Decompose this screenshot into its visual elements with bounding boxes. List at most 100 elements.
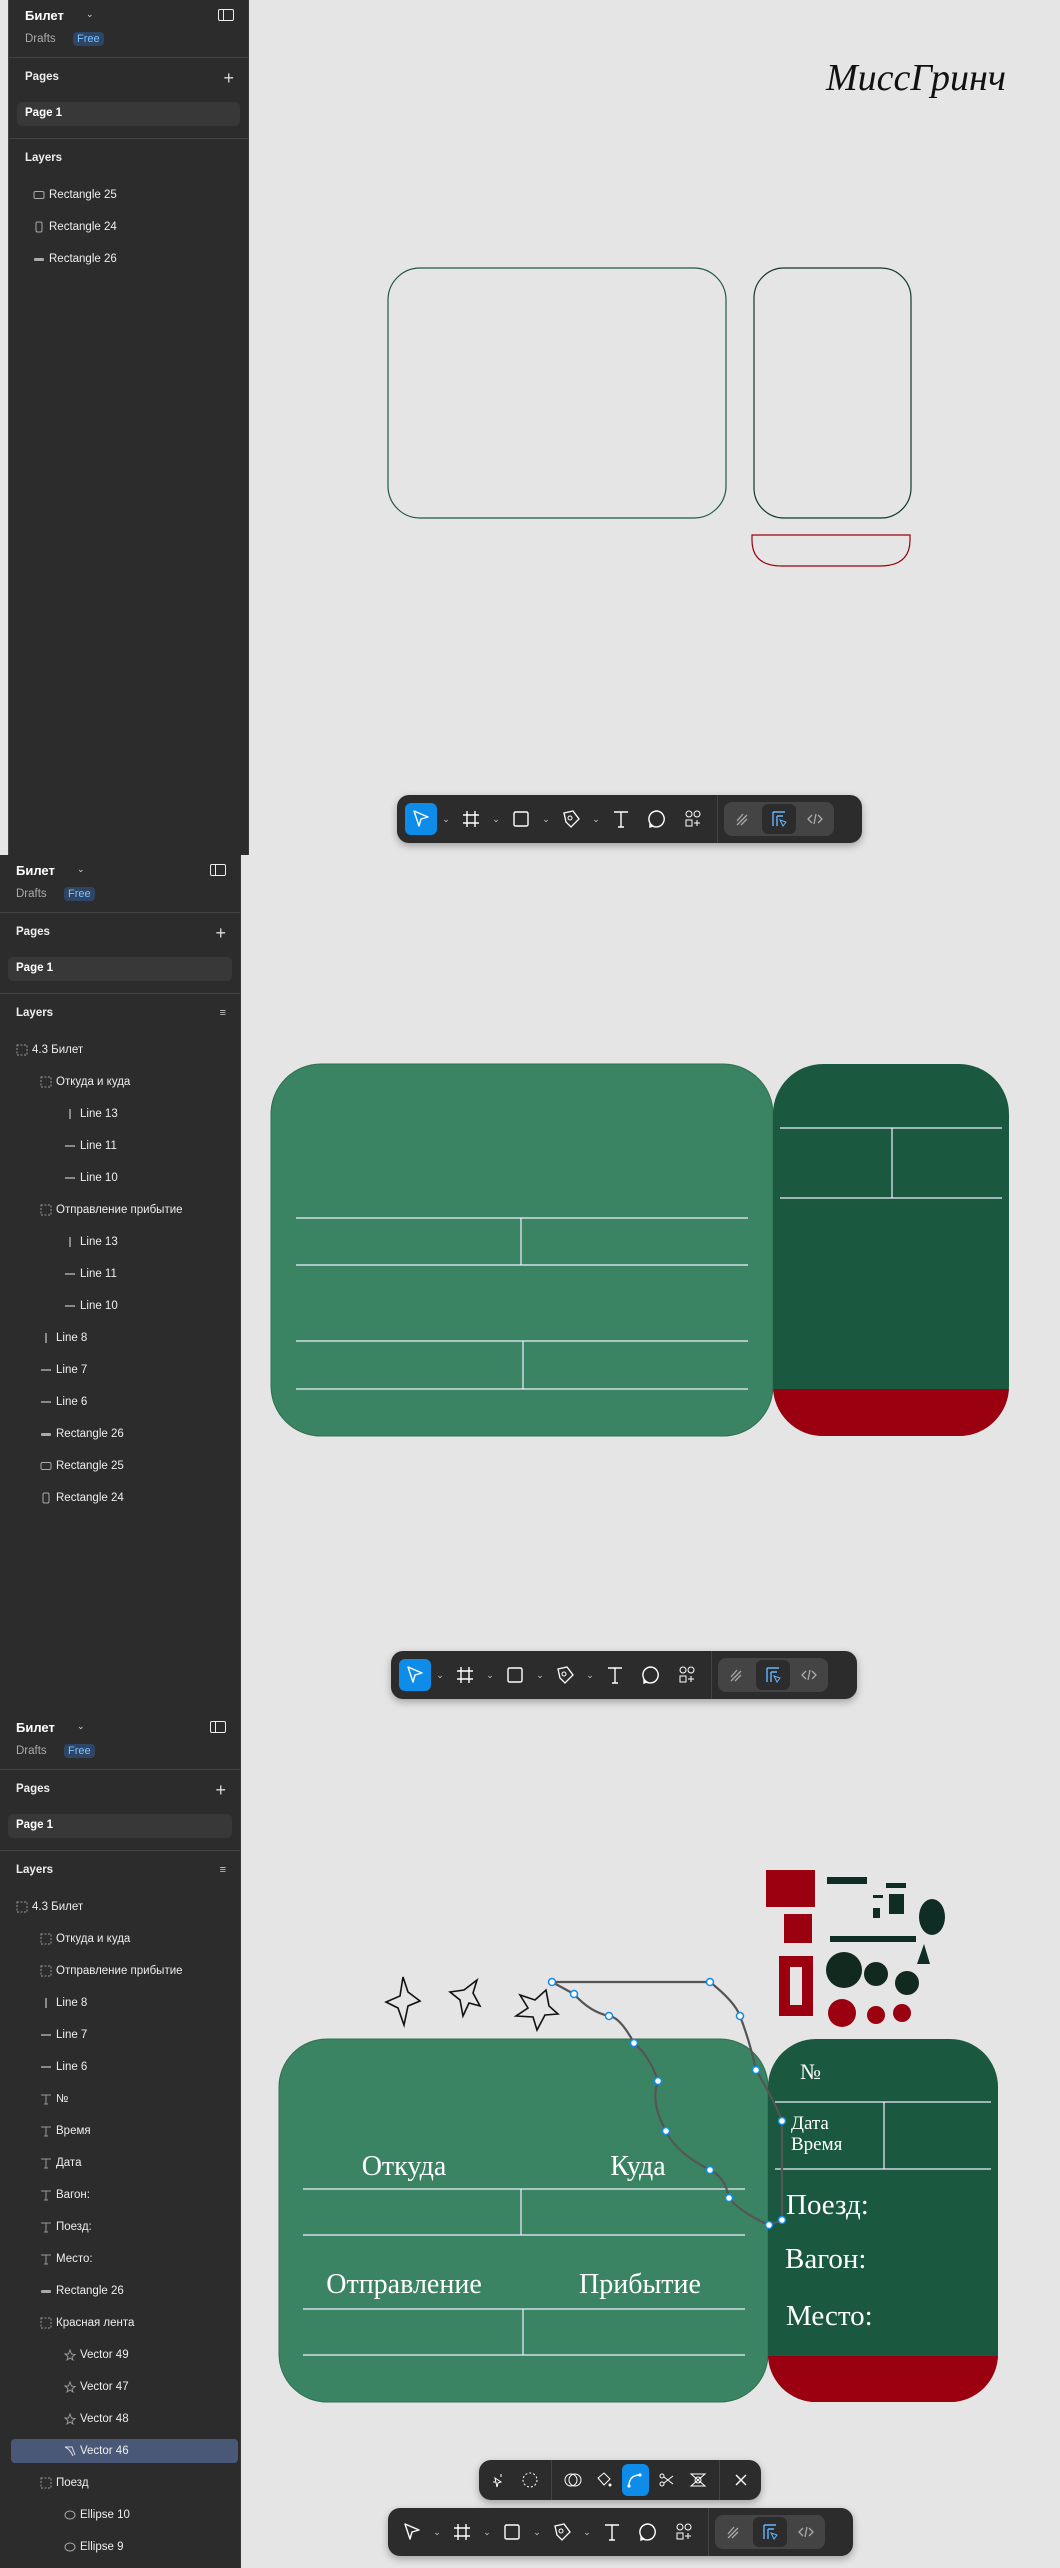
chevron-down-icon[interactable]: ⌄ <box>483 1670 497 1681</box>
dark-rect <box>889 1894 904 1914</box>
design-mode-icon[interactable] <box>756 1660 790 1690</box>
dev-mode-icon[interactable] <box>789 2517 823 2547</box>
star-vector-47[interactable] <box>448 1977 482 2019</box>
assets-icon[interactable] <box>671 1659 703 1691</box>
label-time[interactable]: Время <box>791 2134 843 2155</box>
design-mode-icon[interactable] <box>753 2517 787 2547</box>
vector-anchor-point[interactable] <box>724 2193 734 2203</box>
canvas[interactable] <box>0 855 1060 1712</box>
label-train[interactable]: Поезд: <box>786 2189 869 2221</box>
text-icon[interactable] <box>599 1659 631 1691</box>
rectangle-26-outline[interactable] <box>751 534 911 567</box>
shape-builder-icon[interactable] <box>684 2464 711 2496</box>
chevron-down-icon[interactable]: ⌄ <box>583 1670 597 1681</box>
red-circle <box>893 2004 911 2022</box>
vector-anchor-point[interactable] <box>705 1977 715 1987</box>
label-arrival[interactable]: Прибытие <box>579 2269 701 2300</box>
ticket-stub-card[interactable] <box>773 1064 1009 1439</box>
canvas[interactable]: МиссГринч <box>0 0 1060 855</box>
dev-mode-icon[interactable] <box>792 1660 826 1690</box>
mode-switcher <box>724 802 834 836</box>
dark-ellipse <box>919 1899 945 1935</box>
draw-mode-icon[interactable] <box>726 804 760 834</box>
frame-icon[interactable] <box>455 803 487 835</box>
ticket-stub-card[interactable] <box>768 2039 998 2406</box>
vector-anchor-point[interactable] <box>751 2065 761 2075</box>
vector-anchor-point[interactable] <box>547 1977 557 1987</box>
chevron-down-icon[interactable]: ⌄ <box>480 2527 494 2538</box>
pen-icon[interactable] <box>555 803 587 835</box>
dark-circle <box>895 1971 919 1995</box>
dark-long-bar <box>830 1936 916 1942</box>
vector-anchor-point[interactable] <box>661 2126 671 2136</box>
star-vector-49[interactable] <box>384 1976 422 2028</box>
frame-icon[interactable] <box>449 1659 481 1691</box>
vector-anchor-point[interactable] <box>735 2011 745 2021</box>
rectangle-24-outline[interactable] <box>753 267 912 519</box>
label-car[interactable]: Вагон: <box>785 2243 866 2275</box>
chevron-down-icon[interactable]: ⌄ <box>430 2527 444 2538</box>
close-icon[interactable] <box>728 2464 755 2496</box>
rectangle-icon[interactable] <box>505 803 537 835</box>
move-icon[interactable] <box>405 803 437 835</box>
vector-anchor-point[interactable] <box>569 1989 579 1999</box>
label-departure[interactable]: Отправление <box>326 2269 482 2300</box>
vector-anchor-point[interactable] <box>629 2038 639 2048</box>
label-number[interactable]: № <box>800 2059 821 2084</box>
label-from[interactable]: Откуда <box>362 2151 447 2182</box>
chevron-down-icon[interactable]: ⌄ <box>589 814 603 825</box>
dark-dash <box>873 1895 883 1898</box>
rectangle-icon[interactable] <box>496 2516 528 2548</box>
chevron-down-icon[interactable]: ⌄ <box>533 1670 547 1681</box>
bend-tool-icon[interactable] <box>621 2464 649 2496</box>
ticket-main-card[interactable] <box>270 1063 774 1437</box>
multi-edit-icon[interactable] <box>485 2464 512 2496</box>
design-mode-icon[interactable] <box>762 804 796 834</box>
frame-icon[interactable] <box>446 2516 478 2548</box>
vector-anchor-point[interactable] <box>777 2215 787 2225</box>
dark-rect <box>873 1908 880 1918</box>
main-toolbar: ⌄ ⌄ ⌄ ⌄ <box>388 2508 853 2556</box>
chevron-down-icon[interactable]: ⌄ <box>433 1670 447 1681</box>
text-icon[interactable] <box>596 2516 628 2548</box>
star-vector-48[interactable] <box>513 1988 560 2033</box>
train-decorations[interactable] <box>766 1870 945 2027</box>
chevron-down-icon[interactable]: ⌄ <box>580 2527 594 2538</box>
lasso-icon[interactable] <box>516 2464 543 2496</box>
red-block <box>766 1870 815 1907</box>
draw-mode-icon[interactable] <box>717 2517 751 2547</box>
assets-icon[interactable] <box>668 2516 700 2548</box>
assets-icon[interactable] <box>677 803 709 835</box>
cut-icon[interactable] <box>653 2464 680 2496</box>
pen-icon[interactable] <box>549 1659 581 1691</box>
move-icon[interactable] <box>399 1659 431 1691</box>
dev-mode-icon[interactable] <box>798 804 832 834</box>
main-toolbar: ⌄ ⌄ ⌄ ⌄ <box>391 1651 857 1699</box>
chevron-down-icon[interactable]: ⌄ <box>439 814 453 825</box>
chevron-down-icon[interactable]: ⌄ <box>489 814 503 825</box>
move-icon[interactable] <box>396 2516 428 2548</box>
chevron-down-icon[interactable]: ⌄ <box>539 814 553 825</box>
paint-bucket-icon[interactable] <box>591 2464 618 2496</box>
comment-icon[interactable] <box>635 1659 667 1691</box>
text-icon[interactable] <box>605 803 637 835</box>
chevron-down-icon[interactable]: ⌄ <box>530 2527 544 2538</box>
label-date[interactable]: Дата <box>791 2113 829 2134</box>
dark-triangle <box>917 1944 930 1964</box>
comment-icon[interactable] <box>632 2516 664 2548</box>
pen-icon[interactable] <box>546 2516 578 2548</box>
vector-anchor-point[interactable] <box>653 2076 663 2086</box>
divider <box>719 2460 720 2500</box>
rectangle-25-outline[interactable] <box>387 267 727 519</box>
label-seat[interactable]: Место: <box>786 2300 873 2332</box>
vector-anchor-point[interactable] <box>705 2165 715 2175</box>
label-to[interactable]: Куда <box>610 2151 666 2182</box>
vector-anchor-point[interactable] <box>777 2116 787 2126</box>
draw-mode-icon[interactable] <box>720 1660 754 1690</box>
vector-anchor-point[interactable] <box>604 2011 614 2021</box>
comment-icon[interactable] <box>641 803 673 835</box>
boolean-icon[interactable] <box>560 2464 587 2496</box>
canvas[interactable]: Откуда Куда Отправление Прибытие № Дата … <box>0 1712 1060 2568</box>
vector-anchor-point[interactable] <box>764 2220 774 2230</box>
rectangle-icon[interactable] <box>499 1659 531 1691</box>
